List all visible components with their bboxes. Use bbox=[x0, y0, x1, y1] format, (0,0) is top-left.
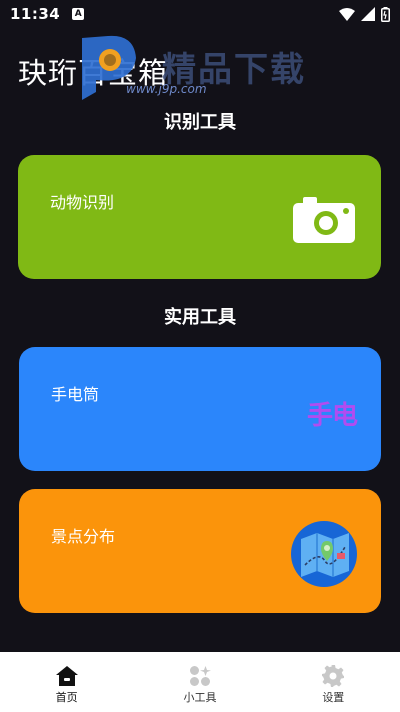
wifi-icon bbox=[339, 7, 355, 21]
nav-settings[interactable]: 设置 bbox=[267, 652, 400, 712]
map-icon bbox=[291, 521, 357, 587]
card-label: 景点分布 bbox=[51, 527, 116, 546]
notification-app-icon: A bbox=[72, 8, 85, 20]
flashlight-graphic: 手电 bbox=[306, 401, 358, 431]
card-label: 手电筒 bbox=[51, 385, 100, 404]
section-heading-recognition: 识别工具 bbox=[164, 112, 236, 133]
nav-tools[interactable]: 小工具 bbox=[133, 652, 266, 712]
home-icon bbox=[55, 666, 78, 686]
bottom-nav: 首页 小工具 设置 bbox=[0, 652, 400, 712]
nav-settings-label: 设置 bbox=[322, 691, 345, 704]
status-time: 11:34 bbox=[10, 5, 61, 23]
signal-icon bbox=[361, 7, 375, 21]
gear-icon bbox=[322, 665, 345, 687]
app-title: 玦珩百宝箱 bbox=[18, 56, 169, 90]
tools-grid-icon bbox=[189, 666, 211, 686]
camera-icon bbox=[293, 197, 355, 243]
nav-home-label: 首页 bbox=[55, 691, 78, 704]
watermark-text: 精品下载 bbox=[162, 50, 306, 90]
animal-recognition-card[interactable]: 动物识别 bbox=[18, 155, 381, 279]
flashlight-card[interactable]: 手电筒 手电 bbox=[19, 347, 381, 471]
status-bar: 11:34 A bbox=[0, 0, 400, 28]
nav-home[interactable]: 首页 bbox=[0, 652, 133, 712]
section-heading-utility: 实用工具 bbox=[164, 307, 236, 328]
battery-icon bbox=[381, 6, 390, 22]
scenic-spots-card[interactable]: 景点分布 bbox=[19, 489, 381, 613]
nav-tools-label: 小工具 bbox=[183, 691, 217, 704]
card-label: 动物识别 bbox=[50, 193, 115, 212]
